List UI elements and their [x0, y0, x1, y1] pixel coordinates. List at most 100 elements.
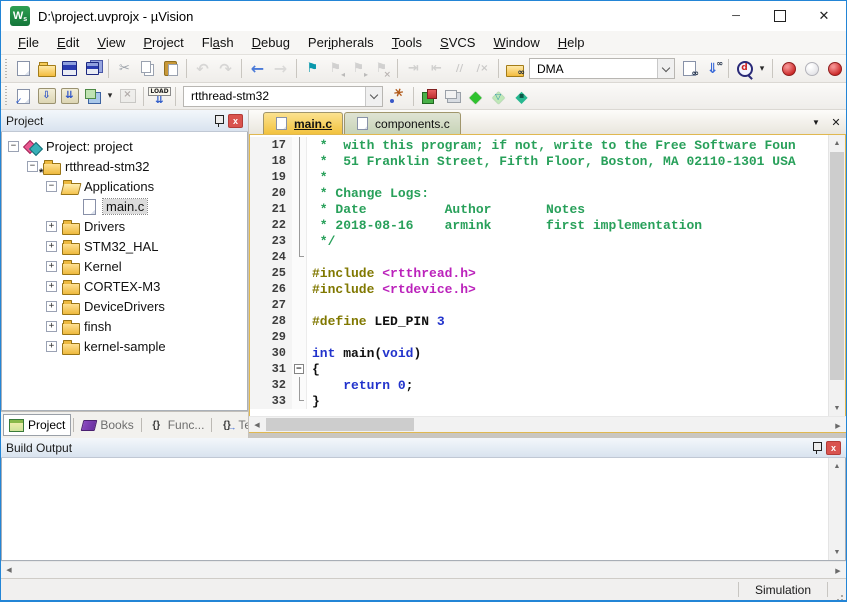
uncomment-selection-icon[interactable]	[471, 58, 494, 80]
menu-help[interactable]: Help	[549, 33, 594, 52]
pin-icon[interactable]	[812, 441, 823, 455]
tree-node-drivers[interactable]: Drivers	[2, 216, 247, 236]
resize-grip[interactable]	[828, 579, 846, 600]
comment-selection-icon[interactable]	[448, 58, 471, 80]
tree-expander-icon[interactable]	[46, 321, 57, 332]
manage-run-time-environment-icon[interactable]	[464, 85, 487, 107]
save-all-icon[interactable]	[81, 58, 104, 80]
minimize-button[interactable]	[714, 1, 758, 31]
panel-tab-project[interactable]: Project	[3, 414, 71, 436]
download-to-flash-icon[interactable]	[148, 85, 171, 107]
maximize-button[interactable]	[758, 1, 802, 31]
scroll-left-arrow[interactable]: ◀	[1, 562, 17, 579]
menu-edit[interactable]: Edit	[48, 33, 88, 52]
outdent-icon[interactable]	[425, 58, 448, 80]
menu-view[interactable]: View	[88, 33, 134, 52]
tree-node-kernel[interactable]: Kernel	[2, 256, 247, 276]
translate-file-icon[interactable]	[12, 85, 35, 107]
pack-installer-icon[interactable]	[510, 85, 533, 107]
incremental-find-icon[interactable]	[701, 58, 724, 80]
tree-expander-icon[interactable]	[46, 281, 57, 292]
copy-icon[interactable]	[136, 58, 159, 80]
panel-tab-books[interactable]: Books	[76, 414, 138, 436]
tree-expander-icon[interactable]	[46, 221, 57, 232]
build-output-close-button[interactable]	[826, 441, 841, 455]
editor-tab-main-c[interactable]: main.c	[263, 112, 343, 134]
build-output-vertical-scrollbar[interactable]: ▲ ▼	[828, 458, 845, 560]
paste-icon[interactable]	[159, 58, 182, 80]
editor-tab-components-c[interactable]: components.c	[344, 112, 461, 134]
toggle-bookmark-icon[interactable]	[301, 58, 324, 80]
enable-disable-breakpoint-icon[interactable]	[800, 58, 823, 80]
tab-list-dropdown-button[interactable]	[806, 112, 826, 132]
tree-node-finsh[interactable]: finsh	[2, 316, 247, 336]
scroll-up-arrow[interactable]: ▲	[829, 135, 845, 151]
search-combo[interactable]: DMA	[529, 58, 675, 79]
tree-node-cortex-m3[interactable]: CORTEX-M3	[2, 276, 247, 296]
clear-bookmarks-icon[interactable]	[370, 58, 393, 80]
new-file-icon[interactable]	[12, 58, 35, 80]
scroll-down-arrow[interactable]: ▼	[829, 544, 845, 560]
redo-icon[interactable]	[214, 58, 237, 80]
search-combo-dropdown-icon[interactable]	[657, 59, 674, 78]
find-dialog-icon[interactable]	[733, 58, 756, 80]
next-bookmark-icon[interactable]	[347, 58, 370, 80]
menu-file[interactable]: File	[9, 33, 48, 52]
tree-expander-icon[interactable]	[8, 141, 19, 152]
build-output-content[interactable]	[2, 458, 828, 560]
tree-node-applications[interactable]: Applications	[2, 176, 247, 196]
select-software-packs-icon[interactable]	[487, 85, 510, 107]
rebuild-all-icon[interactable]	[58, 85, 81, 107]
scroll-up-arrow[interactable]: ▲	[829, 458, 845, 474]
vertical-scroll-thumb[interactable]	[830, 152, 844, 380]
editor-horizontal-scrollbar[interactable]: ◀ ▶	[249, 416, 846, 433]
target-select[interactable]: rtthread-stm32	[183, 86, 383, 107]
batch-build-dropdown-icon[interactable]	[104, 85, 116, 107]
code-area[interactable]: 17 * with this program; if not, write to…	[250, 135, 828, 416]
stop-build-icon[interactable]	[116, 85, 139, 107]
insert-breakpoint-icon[interactable]	[777, 58, 800, 80]
fold-collapse-icon[interactable]	[294, 364, 304, 374]
tree-node-devicedrivers[interactable]: DeviceDrivers	[2, 296, 247, 316]
toolbar-grip[interactable]	[3, 86, 10, 106]
tree-expander-icon[interactable]	[46, 181, 57, 192]
cut-icon[interactable]	[113, 58, 136, 80]
find-dropdown-icon[interactable]	[756, 58, 768, 80]
menu-project[interactable]: Project	[134, 33, 192, 52]
horizontal-scroll-thumb[interactable]	[266, 418, 414, 431]
build-output-horizontal-scrollbar[interactable]: ◀ ▶	[1, 561, 846, 578]
menu-flash[interactable]: Flash	[193, 33, 243, 52]
close-button[interactable]	[802, 1, 846, 31]
scroll-left-arrow[interactable]: ◀	[249, 416, 265, 433]
file-extensions-books-icon[interactable]	[441, 85, 464, 107]
close-document-button[interactable]	[826, 112, 846, 132]
tree-node-project-project[interactable]: Project: project	[2, 136, 247, 156]
menu-tools[interactable]: Tools	[383, 33, 431, 52]
batch-build-icon[interactable]	[81, 85, 104, 107]
manage-project-items-icon[interactable]	[418, 85, 441, 107]
panel-tab-temp[interactable]: Temp...	[214, 414, 248, 436]
open-file-icon[interactable]	[35, 58, 58, 80]
tree-expander-icon[interactable]	[27, 161, 38, 172]
menu-svcs[interactable]: SVCS	[431, 33, 484, 52]
menu-peripherals[interactable]: Peripherals	[299, 33, 383, 52]
tree-expander-icon[interactable]	[46, 301, 57, 312]
tree-node-stm32-hal[interactable]: STM32_HAL	[2, 236, 247, 256]
pin-icon[interactable]	[214, 114, 225, 128]
build-icon[interactable]	[35, 85, 58, 107]
options-for-target-icon[interactable]	[386, 85, 409, 107]
toolbar-grip[interactable]	[3, 59, 10, 79]
navigate-forward-icon[interactable]	[269, 58, 292, 80]
scroll-right-arrow[interactable]: ▶	[830, 417, 846, 434]
target-select-dropdown-icon[interactable]	[365, 87, 382, 106]
tree-node-main-c[interactable]: main.c	[2, 196, 247, 216]
save-icon[interactable]	[58, 58, 81, 80]
menu-window[interactable]: Window	[484, 33, 548, 52]
undo-icon[interactable]	[191, 58, 214, 80]
project-panel-close-button[interactable]	[228, 114, 243, 128]
tree-expander-icon[interactable]	[46, 241, 57, 252]
tree-expander-icon[interactable]	[46, 261, 57, 272]
previous-bookmark-icon[interactable]	[324, 58, 347, 80]
find-in-files-dialog-icon[interactable]	[678, 58, 701, 80]
navigate-back-icon[interactable]	[246, 58, 269, 80]
